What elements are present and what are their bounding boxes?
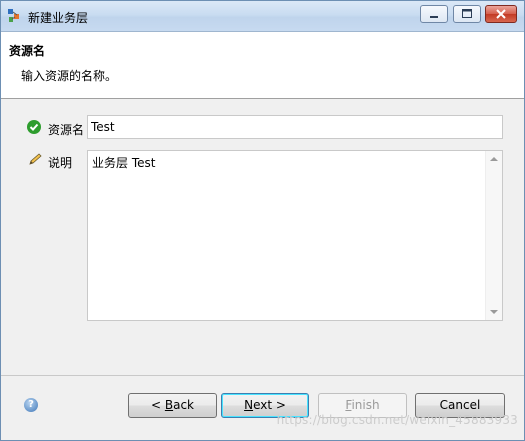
description-scrollbar[interactable] bbox=[485, 151, 502, 320]
page-title: 资源名 bbox=[9, 44, 46, 58]
wizard-header-banner: 资源名 输入资源的名称。 bbox=[1, 32, 524, 99]
page-description: 输入资源的名称。 bbox=[21, 69, 118, 83]
watermark: https://blog.csdn.net/weixin_45883933 bbox=[276, 413, 518, 427]
name-input[interactable] bbox=[87, 115, 503, 139]
minimize-button[interactable] bbox=[420, 5, 448, 23]
description-text: 业务层 Test bbox=[92, 156, 156, 170]
app-icon bbox=[8, 9, 19, 22]
back-prefix: < bbox=[150, 398, 165, 412]
scroll-down-icon[interactable] bbox=[490, 310, 498, 314]
maximize-icon bbox=[462, 9, 472, 18]
next-label-rest: ext > bbox=[253, 398, 286, 412]
finish-label-rest: inish bbox=[351, 398, 380, 412]
footer-divider bbox=[1, 375, 524, 376]
description-textarea[interactable]: 业务层 Test bbox=[87, 150, 503, 321]
close-button[interactable] bbox=[485, 5, 517, 23]
scroll-up-icon[interactable] bbox=[490, 157, 498, 161]
close-icon bbox=[496, 9, 506, 19]
pencil-icon bbox=[29, 153, 42, 165]
minimize-icon bbox=[430, 16, 438, 18]
valid-check-icon bbox=[27, 120, 41, 134]
title-bar[interactable]: 新建业务层 bbox=[1, 1, 524, 32]
next-mnemonic: N bbox=[244, 398, 254, 412]
help-icon[interactable]: ? bbox=[24, 398, 38, 412]
description-label: 说明 bbox=[48, 156, 73, 170]
back-button[interactable]: < Back bbox=[128, 393, 217, 418]
back-mnemonic: B bbox=[164, 398, 174, 412]
wizard-window: 新建业务层 资源名 输入资源的名称。 资源名 说明 bbox=[0, 0, 525, 441]
window-title: 新建业务层 bbox=[28, 11, 89, 25]
maximize-button[interactable] bbox=[453, 5, 481, 23]
name-label: 资源名 bbox=[48, 123, 85, 137]
back-label-rest: ack bbox=[173, 398, 194, 412]
